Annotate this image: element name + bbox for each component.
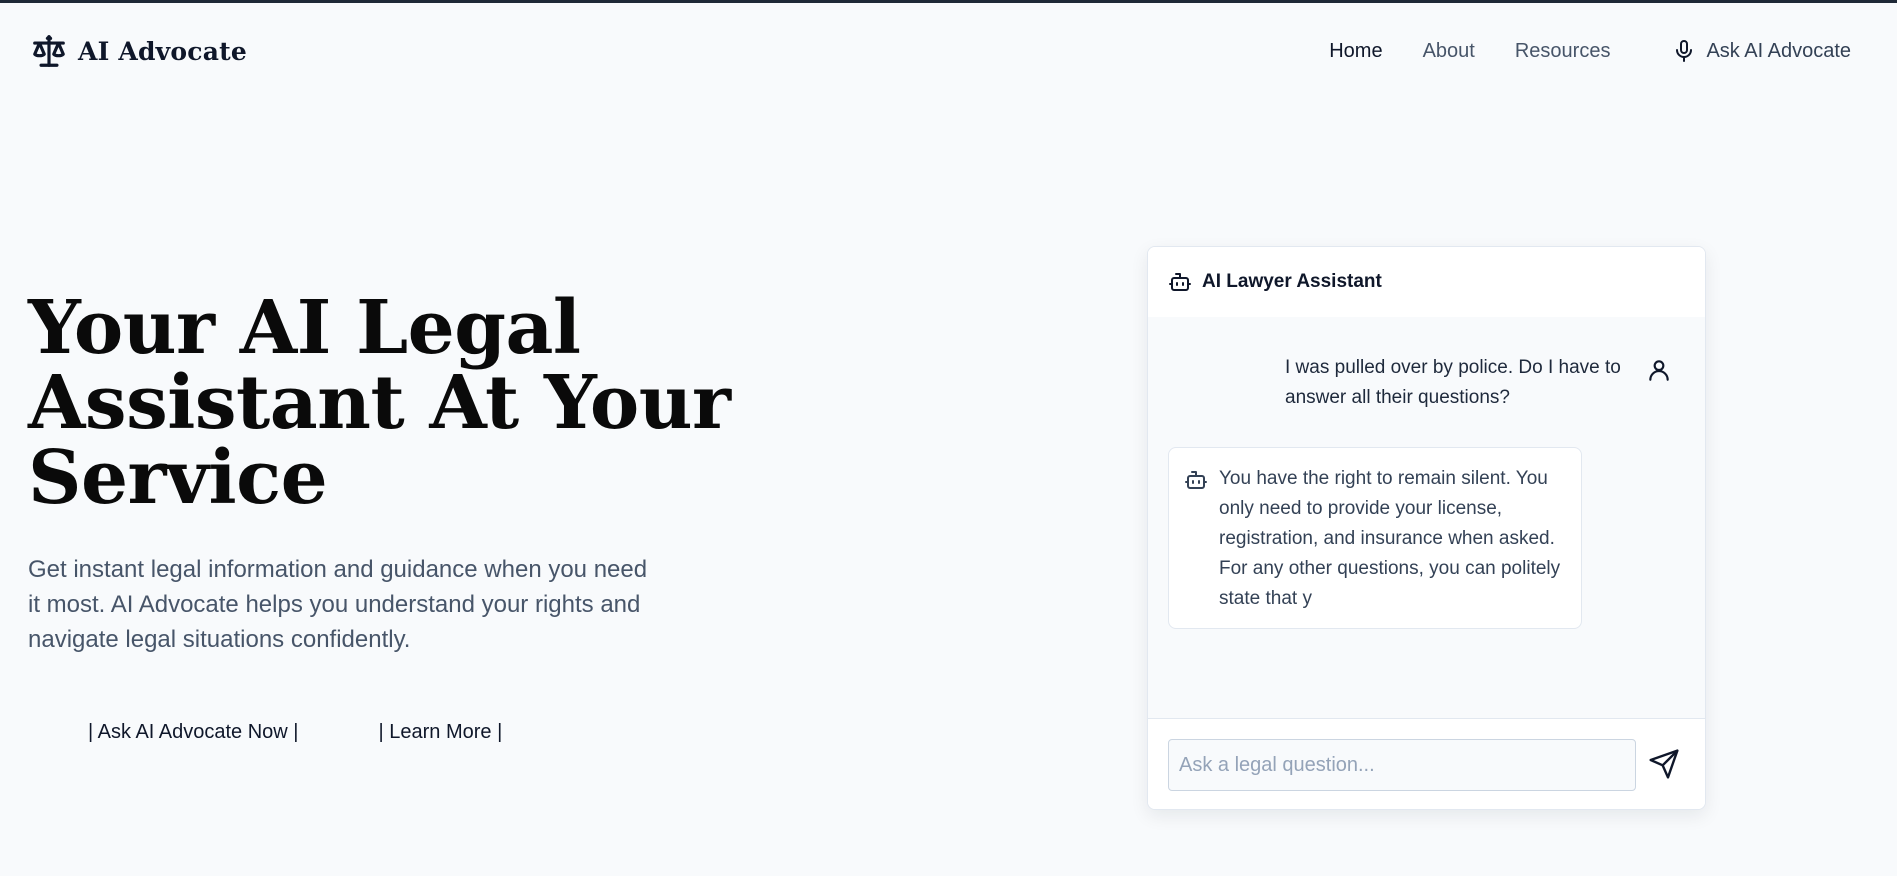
assistant-message-text: You have the right to remain silent. You… (1219, 468, 1561, 609)
nav-ask-label: Ask AI Advocate (1706, 39, 1851, 62)
robot-icon (1169, 273, 1191, 291)
hero-title: Your AI Legal Assistant At Your Service (28, 291, 788, 516)
hero-title-line: Your AI Legal (28, 285, 581, 371)
nav-ask-ai-advocate[interactable]: Ask AI Advocate (1672, 39, 1851, 63)
top-nav: AI Advocate Home About Resources Ask AI … (0, 3, 1897, 99)
microphone-icon (1676, 40, 1693, 62)
chat-header: AI Lawyer Assistant (1148, 247, 1705, 317)
ask-ai-advocate-now-button[interactable]: | Ask AI Advocate Now | (88, 721, 299, 744)
brand[interactable]: AI Advocate (30, 32, 247, 70)
send-button[interactable] (1645, 746, 1683, 784)
assistant-message: You have the right to remain silent. You… (1168, 447, 1582, 629)
scales-icon (33, 35, 65, 67)
user-message: I was pulled over by police. Do I have t… (1285, 357, 1621, 408)
chat-footer (1148, 718, 1705, 809)
nav-links: Home About Resources Ask AI Advocate (1289, 3, 1851, 99)
brand-name: AI Advocate (78, 36, 247, 66)
chat-card: AI Lawyer Assistant I was pulled over by… (1147, 246, 1706, 810)
robot-icon (1185, 471, 1207, 489)
nav-link-about[interactable]: About (1423, 40, 1475, 63)
hero-actions: | Ask AI Advocate Now | | Learn More | (88, 721, 502, 744)
send-icon (1649, 748, 1679, 779)
hero-title-line: Service (28, 435, 328, 521)
nav-link-home[interactable]: Home (1329, 40, 1382, 63)
chat-messages: I was pulled over by police. Do I have t… (1148, 317, 1705, 718)
chat-title: AI Lawyer Assistant (1202, 271, 1382, 292)
hero-section: Your AI Legal Assistant At Your Service … (28, 291, 788, 744)
chat-input[interactable] (1168, 739, 1636, 791)
nav-link-resources[interactable]: Resources (1515, 40, 1611, 63)
user-icon (1649, 360, 1669, 381)
hero-title-line: Assistant At Your (28, 360, 731, 446)
learn-more-button[interactable]: | Learn More | (379, 721, 503, 744)
hero-subtitle: Get instant legal information and guidan… (28, 556, 648, 653)
